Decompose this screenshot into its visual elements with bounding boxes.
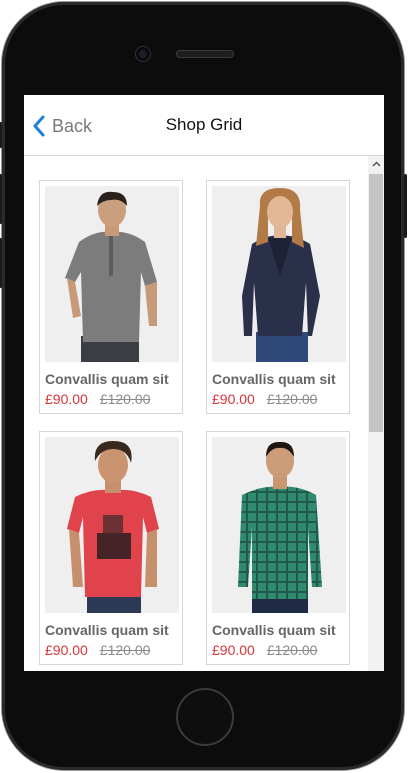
vertical-scrollbar[interactable] (368, 156, 384, 671)
price-row: £90.00 £120.00 (212, 642, 317, 658)
man-red-graphic-tee-image (45, 437, 179, 613)
product-name[interactable]: Convallis quam sit (45, 622, 169, 638)
scrollbar-thumb[interactable] (369, 174, 383, 432)
price-row: £90.00 £120.00 (45, 642, 150, 658)
product-price: £90.00 (212, 642, 255, 658)
scroll-up-arrow-icon[interactable] (368, 156, 384, 172)
product-card[interactable]: Convallis quam sit £90.00 £120.00 (206, 431, 350, 665)
product-image[interactable] (212, 186, 346, 362)
volume-down-button (0, 238, 2, 288)
product-image[interactable] (45, 186, 179, 362)
earpiece-speaker (176, 50, 234, 58)
power-button (404, 174, 407, 238)
product-name[interactable]: Convallis quam sit (45, 371, 169, 387)
front-camera (136, 47, 150, 61)
man-grey-polo-image (45, 186, 179, 362)
product-name[interactable]: Convallis quam sit (212, 371, 336, 387)
product-old-price: £120.00 (266, 391, 318, 407)
product-price: £90.00 (212, 391, 255, 407)
woman-navy-jacket-image (212, 186, 346, 362)
product-image[interactable] (45, 437, 179, 613)
price-row: £90.00 £120.00 (212, 391, 317, 407)
price-row: £90.00 £120.00 (45, 391, 150, 407)
navigation-bar: Back Shop Grid (24, 95, 384, 156)
mute-switch (0, 122, 2, 148)
product-card[interactable]: Convallis quam sit £90.00 £120.00 (39, 431, 183, 665)
product-price: £90.00 (45, 391, 88, 407)
product-card[interactable]: Convallis quam sit £90.00 £120.00 (39, 180, 183, 414)
home-button[interactable] (176, 688, 234, 746)
product-name[interactable]: Convallis quam sit (212, 622, 336, 638)
volume-up-button (0, 174, 2, 224)
app-screen: Back Shop Grid Convallis quam sit £90.00… (24, 95, 384, 671)
man-green-plaid-shirt-image (212, 437, 346, 613)
product-image[interactable] (212, 437, 346, 613)
product-grid: Convallis quam sit £90.00 £120.00 Convall… (24, 156, 368, 671)
product-card[interactable]: Convallis quam sit £90.00 £120.00 (206, 180, 350, 414)
product-old-price: £120.00 (99, 391, 151, 407)
product-old-price: £120.00 (266, 642, 318, 658)
page-title: Shop Grid (165, 115, 243, 134)
product-old-price: £120.00 (99, 642, 151, 658)
product-price: £90.00 (45, 642, 88, 658)
